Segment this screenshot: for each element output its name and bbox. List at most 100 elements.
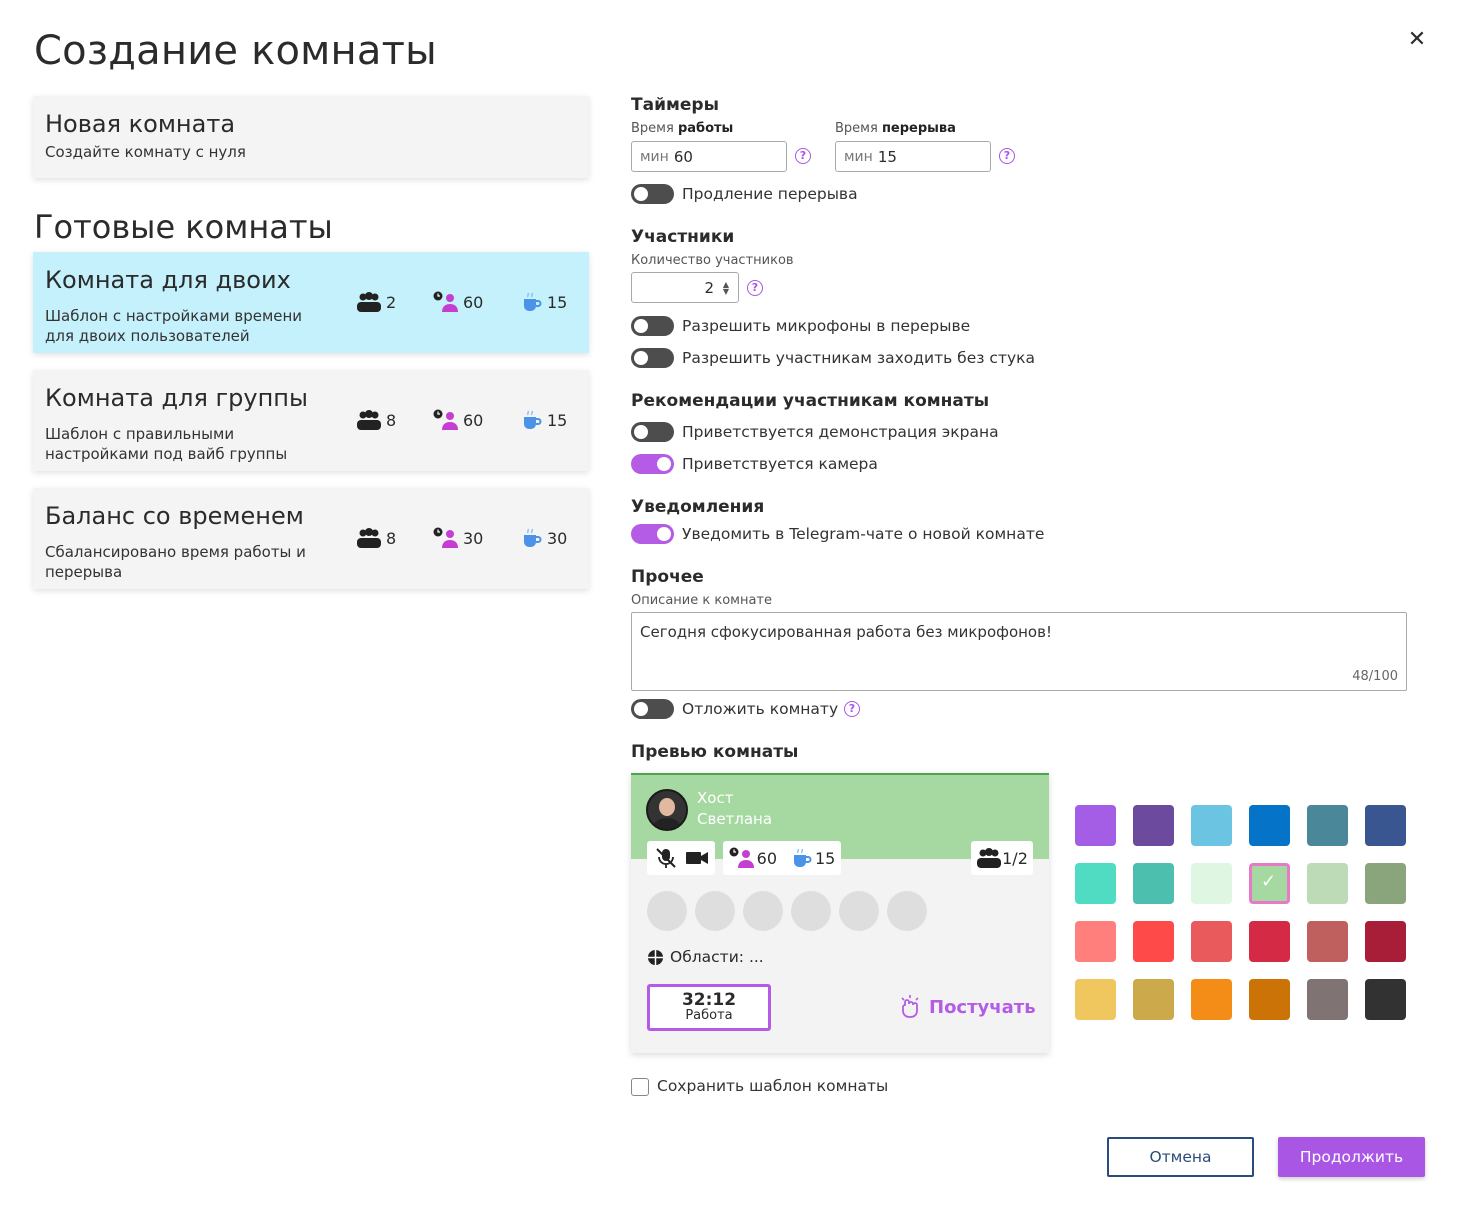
knock-button[interactable]: Постучать (899, 995, 1036, 1019)
description-label: Описание к комнате (631, 593, 773, 608)
participants-stat: 2 (356, 291, 396, 313)
extend-break-label: Продление перерыва (682, 185, 858, 203)
input-prefix: мин (844, 148, 873, 165)
work-clock-icon (729, 847, 754, 868)
template-card-duo[interactable]: Комната для двоих Шаблон с настройками в… (33, 252, 589, 353)
host-info: Хост Светлана (697, 788, 772, 830)
save-template-label: Сохранить шаблон комнаты (657, 1077, 889, 1095)
color-swatch[interactable] (1307, 805, 1348, 846)
color-swatch[interactable] (1133, 863, 1174, 904)
color-swatch[interactable] (1133, 805, 1174, 846)
areas-pie-icon (647, 949, 664, 965)
color-swatch[interactable] (1191, 805, 1232, 846)
save-template-checkbox[interactable] (631, 1078, 649, 1096)
description-textarea[interactable]: Сегодня сфокусированная работа без микро… (631, 612, 1407, 691)
participants-count: 2 (386, 292, 397, 312)
help-icon[interactable]: ? (795, 148, 811, 164)
color-swatch[interactable] (1365, 805, 1406, 846)
cancel-button[interactable]: Отмена (1107, 1137, 1254, 1177)
mic-break-toggle[interactable] (631, 316, 674, 336)
help-icon[interactable]: ? (999, 148, 1015, 164)
color-swatch[interactable] (1249, 979, 1290, 1020)
work-minutes: 30 (463, 528, 484, 548)
work-clock-icon (433, 291, 458, 312)
template-card-balance[interactable]: Баланс со временем Сбалансировано время … (33, 488, 589, 589)
recommend-title: Рекомендации участникам комнаты (631, 391, 990, 411)
color-swatch[interactable] (1249, 805, 1290, 846)
extend-break-toggle[interactable] (631, 184, 674, 204)
participants-count: 8 (386, 410, 397, 430)
card-subtitle: Сбалансировано время работы и перерыва (45, 543, 306, 581)
close-icon[interactable]: ✕ (1405, 28, 1429, 52)
occupancy-chip: 1/2 (971, 841, 1033, 875)
color-swatch[interactable] (1307, 979, 1348, 1020)
people-icon (357, 292, 381, 312)
participant-slot (695, 891, 735, 931)
color-swatch[interactable] (1365, 979, 1406, 1020)
camera-label: Приветствуется камера (682, 455, 878, 473)
color-swatch[interactable] (1365, 921, 1406, 962)
coffee-cup-icon (794, 848, 812, 867)
break-stat: 15 (521, 409, 567, 431)
coffee-cup-icon (524, 528, 542, 547)
color-swatch[interactable] (1075, 805, 1116, 846)
new-room-card[interactable]: Новая комната Создайте комнату с нуля (33, 96, 589, 178)
color-swatch[interactable] (1075, 921, 1116, 962)
mic-break-label: Разрешить микрофоны в перерыве (682, 317, 971, 335)
color-swatch[interactable] (1191, 863, 1232, 904)
people-icon (977, 848, 1002, 868)
continue-button[interactable]: Продолжить (1278, 1137, 1425, 1177)
color-swatch[interactable] (1133, 921, 1174, 962)
color-swatch[interactable] (1133, 979, 1174, 1020)
char-counter: 48/100 (1352, 669, 1398, 684)
knock-label: Постучать (929, 996, 1036, 1018)
color-swatch[interactable] (1075, 979, 1116, 1020)
postpone-label: Отложить комнату (682, 700, 839, 718)
help-icon[interactable]: ? (844, 701, 860, 717)
color-swatch[interactable] (1365, 863, 1406, 904)
stepper-arrows-icon[interactable]: ▲ ▼ (723, 281, 729, 296)
participants-count: 8 (386, 528, 397, 548)
camera-toggle[interactable] (631, 454, 674, 474)
screen-share-toggle[interactable] (631, 422, 674, 442)
break-stat: 30 (521, 527, 567, 549)
color-swatch[interactable]: ✓ (1249, 863, 1290, 904)
input-value: 60 (673, 147, 693, 166)
break-time-input[interactable]: мин 15 (835, 141, 991, 172)
work-minutes: 60 (463, 410, 484, 430)
color-swatch[interactable] (1075, 863, 1116, 904)
color-swatch[interactable] (1191, 979, 1232, 1020)
color-swatch[interactable] (1307, 921, 1348, 962)
avatar (646, 789, 688, 831)
template-card-group[interactable]: Комната для группы Шаблон с правильными … (33, 370, 589, 471)
break-stat: 15 (521, 291, 567, 313)
color-swatch[interactable] (1307, 863, 1348, 904)
work-stat: 30 (433, 527, 483, 549)
host-role: Хост (697, 789, 734, 807)
check-icon: ✓ (1261, 871, 1277, 892)
media-chip (647, 841, 715, 875)
work-clock-icon (433, 409, 458, 430)
notify-title: Уведомления (631, 497, 765, 517)
areas-label: Области: ... (670, 948, 764, 966)
color-swatch[interactable] (1191, 921, 1232, 962)
timer-value: 32:12 (681, 990, 737, 1010)
input-value: 15 (877, 147, 897, 166)
coffee-cup-icon (524, 292, 542, 311)
no-knock-label: Разрешить участникам заходить без стука (682, 349, 1036, 367)
people-icon (357, 528, 381, 548)
participants-title: Участники (631, 227, 735, 247)
color-swatch[interactable] (1249, 921, 1290, 962)
page-title: Создание комнаты (34, 28, 437, 74)
help-icon[interactable]: ? (747, 280, 763, 296)
postpone-toggle[interactable] (631, 699, 674, 719)
participants-stepper[interactable]: 2 ▲ ▼ (631, 272, 739, 303)
participant-slot (743, 891, 783, 931)
areas-row: Области: ... (647, 948, 764, 966)
timer-box: 32:12 Работа (647, 984, 771, 1031)
work-stat: 60 (433, 409, 483, 431)
no-knock-toggle[interactable] (631, 348, 674, 368)
telegram-toggle[interactable] (631, 524, 674, 544)
work-time-input[interactable]: мин 60 (631, 141, 787, 172)
people-icon (357, 410, 381, 430)
